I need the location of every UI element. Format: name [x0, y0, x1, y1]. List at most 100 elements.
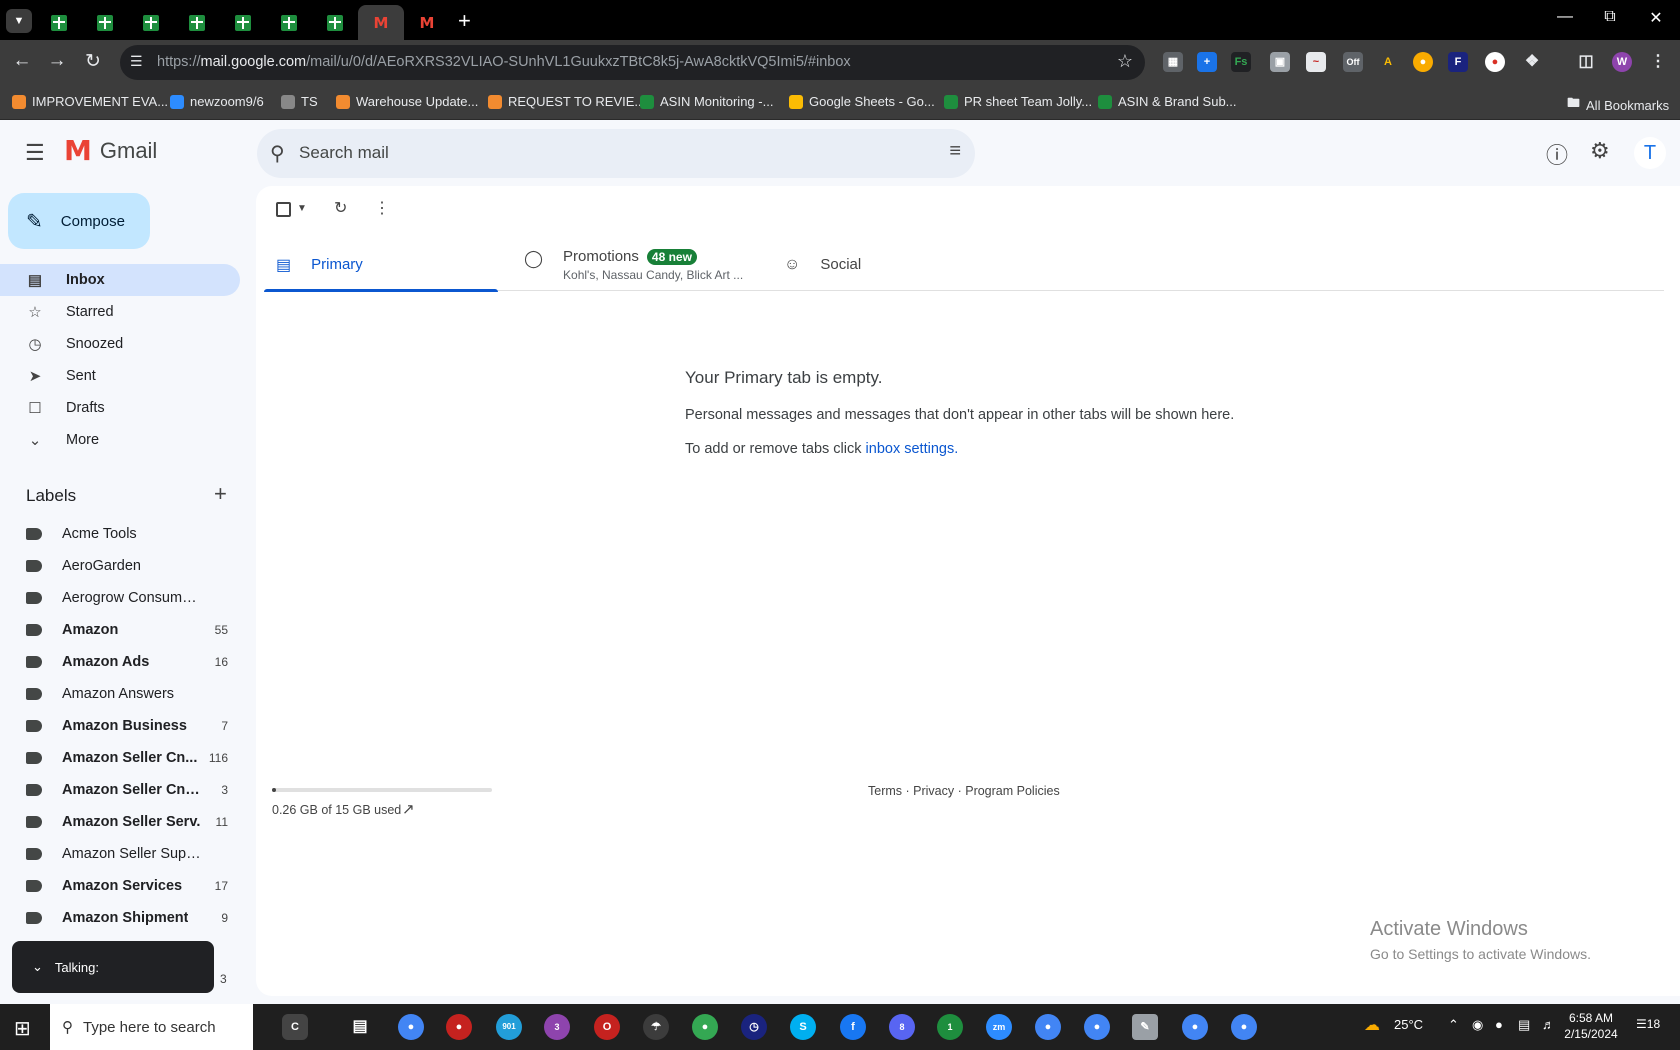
browser-tab-sheets-2[interactable] — [82, 5, 128, 40]
zoom-icon[interactable]: zm — [986, 1014, 1012, 1040]
extension-pokeball-icon[interactable]: ● — [1485, 52, 1505, 72]
bookmark-item[interactable]: ASIN Monitoring -... — [640, 94, 773, 109]
browser-tab-sheets-7[interactable] — [312, 5, 358, 40]
weather-icon[interactable]: ☁ — [1364, 1015, 1380, 1035]
label-item[interactable]: Amazon Seller Support — [0, 838, 240, 870]
nav-item-sent[interactable]: ➤ Sent — [0, 360, 240, 392]
tab-search-dropdown[interactable]: ▼ — [6, 9, 32, 33]
select-dropdown-icon[interactable]: ▼ — [297, 203, 307, 214]
app-umbrella-icon[interactable]: ☂ — [643, 1014, 669, 1040]
bookmark-star-icon[interactable]: ☆ — [1117, 51, 1133, 72]
browser-tab-sheets-1[interactable] — [36, 5, 82, 40]
terms-link[interactable]: Terms — [868, 784, 902, 798]
record-icon[interactable]: ◉ — [1472, 1017, 1483, 1033]
refresh-icon[interactable]: ↻ — [334, 198, 347, 218]
network-icon[interactable]: ▤ — [1518, 1017, 1530, 1033]
label-item[interactable]: Amazon Answers — [0, 678, 240, 710]
profile-avatar[interactable]: W — [1612, 52, 1632, 72]
task-view-icon[interactable]: ▤ — [347, 1014, 373, 1040]
chrome-6-icon[interactable]: ● — [1231, 1014, 1257, 1040]
browser-tab-sheets-3[interactable] — [128, 5, 174, 40]
bookmark-item[interactable]: TS — [281, 94, 318, 109]
opera-icon[interactable]: O — [594, 1014, 620, 1040]
bookmark-item[interactable]: REQUEST TO REVIE... — [488, 94, 645, 109]
skype-icon[interactable]: S — [790, 1014, 816, 1040]
tab-promotions[interactable]: ◯ Promotions 48 new Kohl's, Nassau Candy,… — [524, 238, 754, 291]
notification-center-icon[interactable]: ☰18 — [1636, 1017, 1660, 1031]
site-info-icon[interactable]: ☰ — [130, 53, 143, 70]
browser-tab-sheets-5[interactable] — [220, 5, 266, 40]
label-item[interactable]: Amazon Seller Serv. 11 — [0, 806, 240, 838]
chrome-5-icon[interactable]: ● — [1182, 1014, 1208, 1040]
side-panel-icon[interactable]: ◫ — [1576, 52, 1596, 72]
windows-start-icon[interactable]: ⊞ — [14, 1016, 31, 1041]
reload-button[interactable]: ↻ — [80, 50, 106, 73]
taskbar-clock[interactable]: 6:58 AM 2/15/2024 — [1556, 1010, 1626, 1042]
close-window-button[interactable]: ✕ — [1636, 8, 1676, 28]
extension-orange-icon[interactable]: ● — [1413, 52, 1433, 72]
nav-item-starred[interactable]: ☆ Starred — [0, 296, 240, 328]
label-item[interactable]: Acme Tools — [0, 518, 240, 550]
label-item[interactable]: Amazon Seller Cn... 116 — [0, 742, 240, 774]
manage-storage-icon[interactable]: ↗ — [402, 800, 415, 818]
label-item[interactable]: AeroGarden — [0, 550, 240, 582]
restore-button[interactable]: ⧉ — [1590, 8, 1630, 26]
address-bar[interactable]: ☰ https://mail.google.com/mail/u/0/d/AEo… — [120, 45, 1145, 80]
extensions-puzzle-icon[interactable]: ❖ — [1522, 52, 1542, 72]
copilot-icon[interactable]: C — [282, 1014, 308, 1040]
bookmark-item[interactable]: Google Sheets - Go... — [789, 94, 935, 109]
app-clock-icon[interactable]: ◷ — [741, 1014, 767, 1040]
nav-item-inbox[interactable]: ▤ Inbox — [0, 264, 240, 296]
app-red-icon[interactable]: ● — [446, 1014, 472, 1040]
telegram-icon[interactable]: 901 — [496, 1014, 522, 1040]
extension-chart-icon[interactable]: ~ — [1306, 52, 1326, 72]
compose-button[interactable]: ✎ Compose — [8, 193, 150, 249]
label-item[interactable]: Amazon 55 — [0, 614, 240, 646]
bookmark-item[interactable]: newzoom9/6 — [170, 94, 264, 109]
facebook-icon[interactable]: f — [840, 1014, 866, 1040]
extension-plus-icon[interactable]: + — [1197, 52, 1217, 72]
browser-tab-gmail-active[interactable]: M — [358, 5, 404, 40]
forward-button[interactable]: → — [44, 50, 70, 72]
extension-qr-icon[interactable]: ▦ — [1163, 52, 1183, 72]
bookmark-item[interactable]: Warehouse Update... — [336, 94, 478, 109]
messenger-icon[interactable]: 3 — [544, 1014, 570, 1040]
chrome-2-icon[interactable]: ● — [692, 1014, 718, 1040]
search-options-icon[interactable]: ≡ — [949, 140, 961, 163]
extension-scout-icon[interactable]: A — [1378, 52, 1398, 72]
chrome-3-icon[interactable]: ● — [1035, 1014, 1061, 1040]
weather-temp[interactable]: 25°C — [1394, 1017, 1423, 1032]
tray-overflow-icon[interactable]: ⌃ — [1448, 1017, 1459, 1033]
label-item[interactable]: Amazon Seller Cntr... 3 — [0, 774, 240, 806]
bookmark-item[interactable]: ASIN & Brand Sub... — [1098, 94, 1237, 109]
extension-image-icon[interactable]: ▣ — [1270, 52, 1290, 72]
search-icon[interactable]: ⚲ — [270, 141, 285, 166]
app-green-icon[interactable]: 1 — [937, 1014, 963, 1040]
notepad-icon[interactable]: ✎ — [1132, 1014, 1158, 1040]
url-text[interactable]: https://mail.google.com/mail/u/0/d/AEoRX… — [157, 54, 851, 70]
browser-tab-gmail-2[interactable]: M — [404, 5, 450, 40]
minimize-button[interactable]: — — [1545, 8, 1585, 26]
select-all-checkbox[interactable] — [276, 202, 291, 217]
browser-tab-sheets-4[interactable] — [174, 5, 220, 40]
create-label-button[interactable]: + — [214, 481, 227, 507]
label-item[interactable]: Amazon Shipment 9 — [0, 902, 240, 934]
browser-tab-sheets-6[interactable] — [266, 5, 312, 40]
volume-icon[interactable]: ♬ — [1542, 1017, 1555, 1032]
help-icon[interactable]: ⓘ — [1546, 138, 1568, 170]
more-options-icon[interactable]: ⋮ — [374, 198, 390, 218]
bookmark-item[interactable]: IMPROVEMENT EVA... — [12, 94, 168, 109]
label-item[interactable]: Amazon Ads 16 — [0, 646, 240, 678]
search-input[interactable] — [299, 133, 899, 173]
taskbar-search-box[interactable]: ⚲ Type here to search — [50, 1004, 253, 1050]
extension-off-icon[interactable]: Off — [1343, 52, 1363, 72]
chevron-down-icon[interactable]: ⌄ — [32, 959, 43, 975]
tab-social[interactable]: ☺ Social — [784, 238, 1014, 291]
talking-popup[interactable]: ⌄ Talking: — [12, 941, 214, 993]
account-avatar[interactable]: T — [1634, 137, 1666, 169]
label-item[interactable]: Aerogrow Consumer Se... — [0, 582, 240, 614]
extension-fs-icon[interactable]: Fs — [1231, 52, 1251, 72]
main-menu-icon[interactable]: ☰ — [25, 140, 45, 166]
nav-item-snoozed[interactable]: ◷ Snoozed — [0, 328, 240, 360]
nav-item-more[interactable]: ⌄ More — [0, 424, 240, 456]
